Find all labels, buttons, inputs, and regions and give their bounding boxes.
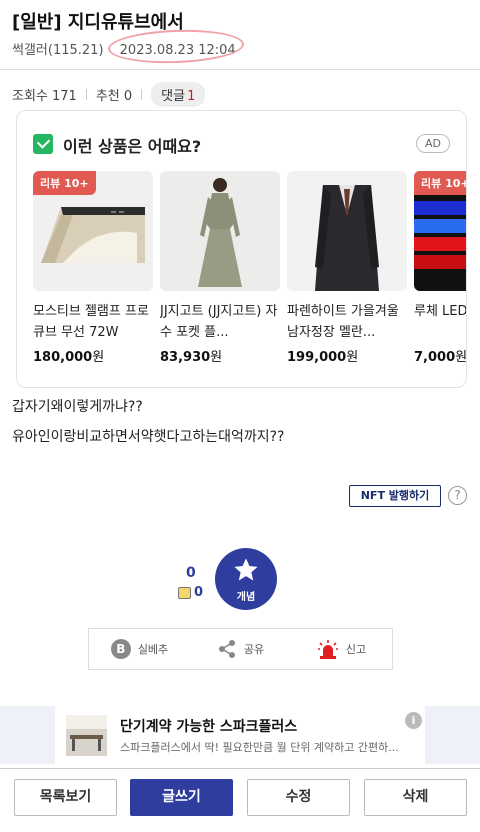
product-image-suit — [287, 171, 407, 291]
shopping-icon — [33, 134, 53, 154]
upvote-button[interactable]: 개념 — [215, 548, 277, 610]
bottom-nav: 목록보기 글쓰기 수정 삭제 — [0, 768, 480, 832]
post-stats: 조회수 171 추천 0 댓글 1 — [12, 81, 206, 107]
share-icon — [218, 640, 235, 658]
fix-vote-count: 0 — [178, 585, 203, 600]
post-body: 갑자기왜이렇게까냐?? 유아인이랑비교하면서약햇다고하는대억까지?? — [12, 392, 284, 452]
divider — [85, 88, 87, 100]
product-name: JJ지고트 (JJ지고트) 자수 포켓 플... — [160, 304, 278, 340]
ad-product-box: 이런 상품은 어때요? AD 리뷰 10+ 모스티브 젤램프 프로 큐브 무선 … — [16, 110, 467, 388]
help-icon[interactable]: ? — [448, 486, 467, 505]
post-author[interactable]: 썩갤러(115.21) — [12, 43, 104, 58]
ad-product-card[interactable]: 파렌하이트 가을겨울 남자정장 멜란... 199,000원 — [287, 171, 407, 371]
write-button[interactable]: 글쓰기 — [130, 779, 233, 816]
product-image-gel-lamp: 리뷰 10+ — [33, 171, 153, 291]
view-count: 조회수 171 — [12, 88, 77, 104]
product-name: 파렌하이트 가을겨울 남자정장 멜란... — [287, 304, 399, 340]
ad-badge[interactable]: AD — [416, 134, 450, 153]
best-icon: B — [110, 639, 131, 659]
delete-button[interactable]: 삭제 — [364, 779, 467, 816]
ad-product-card[interactable]: 리뷰 10+ 루체 LED 조명 RGB 7,000원 — [414, 171, 467, 371]
post-body-line: 갑자기왜이렇게까냐?? — [12, 399, 143, 415]
ad-title: 이런 상품은 어때요? — [63, 137, 202, 156]
post-header: [일반] 지디유튜브에서 썩갤러(115.21) 2023.08.23 12:0… — [0, 0, 480, 70]
best-recommend-button[interactable]: B 실베추 — [89, 639, 190, 659]
review-badge: 리뷰 10+ — [33, 171, 96, 195]
recommend-count: 추천 0 — [95, 88, 133, 104]
product-image-dress — [160, 171, 280, 291]
comment-count-button[interactable]: 댓글 1 — [151, 81, 206, 107]
report-button[interactable]: 신고 — [291, 639, 392, 659]
comment-label: 댓글 — [161, 88, 186, 104]
nft-issue-button[interactable]: NFT 발행하기 — [349, 485, 441, 507]
promo-thumbnail — [66, 715, 107, 756]
share-button[interactable]: 공유 — [190, 639, 291, 659]
report-label: 신고 — [345, 643, 367, 656]
upvote-label: 개념 — [236, 592, 256, 603]
product-image-led: 리뷰 10+ — [414, 171, 466, 291]
action-bar: B 실베추 공유 신고 — [88, 628, 393, 670]
promo-card[interactable]: 단기계약 가능한 스파크플러스 스파크플러스에서 딱! 필요한만큼 월 단위 계… — [55, 706, 425, 764]
info-icon[interactable]: i — [405, 712, 422, 729]
product-price: 180,000원 — [33, 350, 105, 365]
edit-button[interactable]: 수정 — [247, 779, 350, 816]
star-icon — [234, 558, 258, 581]
ad-product-card[interactable]: JJ지고트 (JJ지고트) 자수 포켓 플... 83,930원 — [160, 171, 280, 371]
comment-count: 1 — [187, 88, 196, 104]
divider — [141, 88, 143, 100]
vote-count: 0 — [186, 565, 196, 581]
share-label: 공유 — [243, 643, 265, 656]
promo-description: 스파크플러스에서 딱! 필요한만큼 월 단위 계약하고 간편하... — [120, 741, 399, 754]
fix-icon — [178, 586, 191, 599]
product-name: 루체 LED 조명 RGB — [414, 304, 467, 319]
list-button[interactable]: 목록보기 — [14, 779, 117, 816]
best-label: 실베추 — [137, 643, 169, 656]
product-price: 83,930원 — [160, 350, 223, 365]
product-price: 7,000원 — [414, 350, 467, 365]
product-price: 199,000원 — [287, 350, 359, 365]
promo-title: 단기계약 가능한 스파크플러스 — [120, 719, 298, 735]
ad-product-card[interactable]: 리뷰 10+ 모스티브 젤램프 프로 큐브 무선 72W 180,000원 — [33, 171, 153, 371]
siren-icon — [317, 640, 338, 659]
product-name: 모스티브 젤램프 프로 큐브 무선 72W — [33, 304, 149, 340]
review-badge: 리뷰 10+ — [414, 171, 466, 195]
post-body-line: 유아인이랑비교하면서약햇다고하는대억까지?? — [12, 429, 285, 445]
